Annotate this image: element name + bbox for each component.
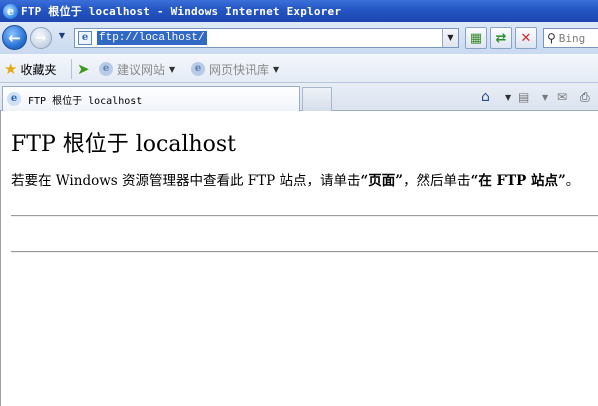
chevron-down-icon: ▼ (169, 64, 176, 74)
print-button[interactable]: ⎙ (580, 89, 590, 105)
ie-logo-icon: e (3, 3, 18, 19)
favorites-button[interactable]: ★ 收藏夹 (4, 60, 56, 78)
ie-page-icon: e (191, 62, 205, 76)
favorites-bar: ★ 收藏夹 ➤ e 建议网站 ▼ e 网页快讯库 ▼ (0, 54, 598, 83)
refresh-button[interactable]: ⇄ (490, 27, 512, 49)
address-dropdown-button[interactable]: ▼ (442, 29, 458, 47)
home-button[interactable]: ⌂ (481, 89, 490, 105)
add-favorite-arrow-icon: ➤ (77, 60, 90, 78)
instruction-part-2: ，然后单击 (403, 173, 471, 189)
instruction-bold-page: “页面” (360, 173, 404, 189)
page-title: FTP 根位于 localhost (11, 132, 237, 157)
page-icon: e (78, 31, 92, 45)
compatibility-view-button[interactable]: ▦ (465, 27, 487, 49)
separator (71, 59, 72, 79)
divider (11, 215, 598, 217)
forward-button[interactable]: → (30, 27, 52, 49)
new-tab-button[interactable] (302, 87, 332, 111)
navigation-bar: ← → ▼ e ftp://localhost/ ▼ ▦ ⇄ ✕ ⚲ Bing (0, 22, 598, 54)
suggested-sites-link[interactable]: e 建议网站 ▼ (99, 60, 175, 78)
back-button[interactable]: ← (2, 25, 27, 50)
suggested-sites-label: 建议网站 (117, 62, 166, 77)
web-slice-gallery-link[interactable]: e 网页快讯库 ▼ (191, 60, 279, 78)
search-box[interactable]: ⚲ Bing (543, 28, 598, 48)
add-to-favorites-button[interactable]: ➤ (77, 60, 90, 78)
search-input[interactable]: Bing (559, 32, 586, 45)
recent-pages-dropdown[interactable]: ▼ (57, 31, 67, 41)
tab-active[interactable]: e FTP 根位于 localhost (2, 86, 300, 111)
close-icon: ✕ (520, 30, 532, 46)
read-mail-button[interactable]: ✉ (557, 89, 567, 105)
ie-page-icon: e (7, 92, 21, 106)
window-title: FTP 根位于 localhost - Windows Internet Exp… (21, 5, 342, 18)
instruction-part-1: 若要在 Windows 资源管理器中查看此 FTP 站点，请单击 (11, 173, 361, 189)
tab-label: FTP 根位于 localhost (28, 95, 143, 107)
page-content: FTP 根位于 localhost 若要在 Windows 资源管理器中查看此 … (0, 111, 598, 406)
window-titlebar: e FTP 根位于 localhost - Windows Internet E… (0, 0, 598, 22)
favorites-label: 收藏夹 (20, 62, 57, 77)
web-slice-gallery-label: 网页快讯库 (209, 62, 270, 77)
feeds-button[interactable]: ▤ (518, 89, 529, 105)
rss-feed-icon: ▤ (518, 90, 530, 104)
address-input[interactable]: ftp://localhost/ (97, 31, 207, 45)
instructions-text: 若要在 Windows 资源管理器中查看此 FTP 站点，请单击“页面”，然后单… (11, 172, 598, 191)
address-bar[interactable]: e ftp://localhost/ ▼ (74, 28, 459, 48)
feeds-dropdown[interactable]: ▼ (542, 89, 548, 105)
star-icon: ★ (4, 60, 18, 78)
home-dropdown[interactable]: ▼ (505, 89, 511, 105)
ie-page-icon: e (99, 62, 113, 76)
search-icon: ⚲ (547, 31, 556, 45)
arrow-right-icon: → (35, 30, 47, 46)
printer-icon: ⎙ (580, 89, 590, 104)
instruction-bold-ftp-site: “在 FTP 站点” (470, 173, 566, 189)
arrow-left-icon: ← (8, 28, 21, 47)
tab-row: e FTP 根位于 localhost ⌂ ▼ ▤ ▼ ✉ ⎙ (0, 83, 598, 111)
mail-icon: ✉ (557, 90, 568, 104)
instruction-part-3: 。 (565, 173, 580, 189)
compatibility-view-icon: ▦ (469, 30, 483, 46)
stop-button[interactable]: ✕ (515, 27, 537, 49)
home-icon: ⌂ (481, 89, 490, 105)
refresh-icon: ⇄ (495, 30, 507, 46)
divider (11, 251, 598, 253)
chevron-down-icon: ▼ (273, 64, 280, 74)
